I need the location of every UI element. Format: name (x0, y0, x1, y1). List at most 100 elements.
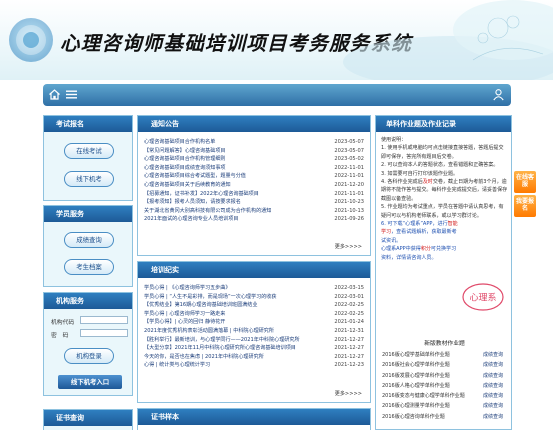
list-item-title[interactable]: 【报考须知】报考人员须知，请按要求报名 (144, 198, 326, 207)
list-item[interactable]: 学员心得 | 心理咨询师学习一路走来 2022-02-25 (144, 310, 364, 319)
training-panel: 培训纪实 学员心得 | 《心理咨询师学习五步曲》 2022-03-15 学员心得 |… (137, 261, 371, 403)
homework-row[interactable]: 2016版人格心理学单科作业题 成绩查询 (382, 381, 503, 391)
list-item-title[interactable]: 2021年度优秀机构表彰活动圆满落幕 | 中科院心理研究所 (144, 327, 326, 336)
org-services-panel: 机构服务 机构代码 密 码 机构登录 线下机考入口 (43, 292, 133, 396)
guide-p4: 4. 各科作业完成后及时交卷，截止日期为考前3个月，逾期将不能作答与提交。每科作… (381, 179, 508, 202)
list-item-title[interactable]: 【学员心得】| 心灵的回归 静待花开 (144, 318, 326, 327)
online-exam-button[interactable]: 在线考试 (64, 143, 114, 159)
homework-name[interactable]: 2016版心理学基础单科作业题 (382, 350, 450, 360)
guide-p5: 5. 作业题均为考试重点，学员在答题中请认真思考，有疑问可以与机构老师联系，或以… (381, 204, 504, 219)
offline-exam-button[interactable]: 线下机考 (64, 171, 114, 187)
list-item-title[interactable]: 学员心得 | 《心理咨询师学习五步曲》 (144, 284, 326, 293)
list-item[interactable]: 心理咨询基础项目合作机构名单 2023-05-07 (144, 138, 364, 147)
list-item-date: 2021-11-01 (334, 190, 364, 197)
student-services-title: 学员服务 (44, 206, 132, 222)
org-code-input[interactable] (80, 316, 128, 324)
notice-more-link[interactable]: 更多>>>> (335, 243, 362, 250)
list-item-title[interactable]: 关于湖北省黄冈大别高科技有限公司成为合作机构的通知 (144, 207, 326, 216)
training-title: 培训纪实 (138, 262, 370, 278)
org-code-label: 机构代码 (51, 320, 75, 326)
homework-name[interactable]: 2016版发展心理学单科作业题 (382, 371, 450, 381)
online-service-tab[interactable]: 在线客服 (514, 171, 536, 193)
guide-p2: 2. 可以查询本人的答题状态，查看错题和正确答案。 (381, 162, 499, 169)
cert-sample-title: 证书样本 (138, 409, 370, 425)
score-query-link[interactable]: 成绩查询 (483, 360, 503, 370)
list-item[interactable]: 【招募通知，证书补发】2022年心理咨询基础项目 2021-11-01 (144, 190, 364, 199)
list-item-title[interactable]: 今天的你，是否也在焦虑 | 2021年中科院心理研究所 (144, 353, 326, 362)
homework-title: 单科作业题及作业记录 (376, 116, 511, 132)
list-item[interactable]: 学员心得 | “人生不是彩排，而是现场”一次心理学习的收获 2022-03-01 (144, 293, 364, 302)
list-item-title[interactable]: 【胜利举行】最新培训，与心理学同行——2021年中科院心理研究所 (144, 336, 326, 345)
list-item[interactable]: 【优秀结业】第16期心理咨询基础培训班圆满结业 2022-02-25 (144, 301, 364, 310)
homework-panel: 单科作业题及作业记录 使用说明： 1. 使用手机或电脑均可点击链接直接答题，答题… (375, 115, 512, 430)
list-item[interactable]: 2021年面试的心理咨询专业人员培训项目 2021-09-26 (144, 215, 364, 224)
student-archive-button[interactable]: 考生档案 (64, 259, 114, 275)
password-input[interactable] (80, 329, 128, 337)
score-query-link[interactable]: 成绩查询 (483, 371, 503, 381)
guide-p6: 6. 可下载“心理系”APP，进行智能学习，查看试题解析，获取最新考试资讯。 (381, 221, 458, 244)
student-services-panel: 学员服务 成绩查询 考生档案 (43, 205, 133, 287)
list-item[interactable]: 【报考须知】报考人员须知，请按要求报名 2021-10-23 (144, 198, 364, 207)
list-item-date: 2022-11-01 (334, 164, 364, 171)
header-decoration (343, 0, 553, 80)
homework-name[interactable]: 2016版心理测量学单科作业题 (382, 401, 450, 411)
list-item-title[interactable]: 【招募通知，证书补发】2022年心理咨询基础项目 (144, 190, 326, 199)
score-query-link[interactable]: 成绩查询 (483, 391, 503, 401)
score-query-link[interactable]: 成绩查询 (483, 401, 503, 411)
homework-row[interactable]: 2016版变态与健康心理学单科作业题 成绩查询 (382, 391, 503, 401)
guide-heading: 使用说明： (381, 137, 407, 143)
homework-row[interactable]: 2016版心理测量学单科作业题 成绩查询 (382, 401, 503, 411)
score-query-link[interactable]: 成绩查询 (483, 412, 503, 422)
signup-tab[interactable]: 我要报名 (514, 195, 536, 217)
list-item[interactable]: 【胜利举行】最新培训，与心理学同行——2021年中科院心理研究所 2021-12-… (144, 336, 364, 345)
list-item[interactable]: 心理咨询基础项目合作机构管理细则 2023-05-02 (144, 155, 364, 164)
menu-icon[interactable] (65, 88, 78, 101)
homework-name[interactable]: 2016版变态与健康心理学单科作业题 (382, 391, 465, 401)
homework-name[interactable]: 2016版人格心理学单科作业题 (382, 381, 450, 391)
list-item-date: 2022-02-25 (334, 302, 364, 309)
list-item[interactable]: 学员心得 | 《心理咨询师学习五步曲》 2022-03-15 (144, 284, 364, 293)
user-icon[interactable] (492, 88, 505, 101)
homework-row[interactable]: 2016版心理学基础单科作业题 成绩查询 (382, 350, 503, 360)
list-item[interactable]: 【大型分享】2021年11月中科院心理研究所心理咨询基础培训项目 2021-12-… (144, 344, 364, 353)
list-item-title[interactable]: 心理咨询基础项目合作机构管理细则 (144, 155, 326, 164)
homework-row[interactable]: 2016版发展心理学单科作业题 成绩查询 (382, 371, 503, 381)
score-query-button[interactable]: 成绩查询 (64, 232, 114, 248)
list-item-title[interactable]: 【优秀结业】第16期心理咨询基础培训班圆满结业 (144, 301, 326, 310)
list-item[interactable]: 心理咨询基础项目关于后续教育的通知 2021-12-20 (144, 181, 364, 190)
list-item-title[interactable]: 【大型分享】2021年11月中科院心理研究所心理咨询基础培训项目 (144, 344, 326, 353)
offline-exam-entry-button[interactable]: 线下机考入口 (58, 375, 122, 389)
training-more-link[interactable]: 更多>>>> (335, 390, 362, 397)
notice-list: 心理咨询基础项目合作机构名单 2023-05-07 【常见问题解答】心理咨询基础项目… (144, 138, 364, 224)
list-item[interactable]: 今天的你，是否也在焦虑 | 2021年中科院心理研究所 2021-12-27 (144, 353, 364, 362)
list-item-title[interactable]: 学员心得 | 心理咨询师学习一路走来 (144, 310, 326, 319)
list-item-title[interactable]: 学员心得 | “人生不是彩排，而是现场”一次心理学习的收获 (144, 293, 326, 302)
list-item-title[interactable]: 2021年面试的心理咨询专业人员培训项目 (144, 215, 326, 224)
homework-name[interactable]: 2016版心理咨询单科作业题 (382, 412, 445, 422)
list-item-title[interactable]: 心理咨询基础项目成绩查询须知事项 (144, 164, 326, 173)
list-item[interactable]: 【常见问题解答】心理咨询基础项目 2023-05-07 (144, 147, 364, 156)
xinlixi-stamp: 心理系 (462, 283, 504, 311)
list-item[interactable]: 心得 | 统计类与心理统计学习 2021-12-23 (144, 361, 364, 370)
list-item-date: 2023-05-07 (334, 147, 364, 154)
list-item-title[interactable]: 心理咨询基础项目关于后续教育的通知 (144, 181, 326, 190)
list-item[interactable]: 心理咨询基础项目成绩查询须知事项 2022-11-01 (144, 164, 364, 173)
list-item-title[interactable]: 心得 | 统计类与心理统计学习 (144, 361, 326, 370)
guide-p3: 3. 如需要可自行打印该题作业题。 (381, 170, 459, 177)
homework-row[interactable]: 2016版社会心理学单科作业题 成绩查询 (382, 360, 503, 370)
list-item[interactable]: 心理咨询基础项目综合考试题型，题量与分值 2022-11-01 (144, 172, 364, 181)
homework-name[interactable]: 2016版社会心理学单科作业题 (382, 360, 450, 370)
score-query-link[interactable]: 成绩查询 (483, 350, 503, 360)
training-list: 学员心得 | 《心理咨询师学习五步曲》 2022-03-15 学员心得 | “人生不… (144, 284, 364, 370)
list-item-title[interactable]: 心理咨询基础项目合作机构名单 (144, 138, 326, 147)
homework-row[interactable]: 2016版心理咨询单科作业题 成绩查询 (382, 412, 503, 422)
list-item[interactable]: 2021年度优秀机构表彰活动圆满落幕 | 中科院心理研究所 2021-12-31 (144, 327, 364, 336)
list-item[interactable]: 关于湖北省黄冈大别高科技有限公司成为合作机构的通知 2021-10-13 (144, 207, 364, 216)
score-query-link[interactable]: 成绩查询 (483, 381, 503, 391)
list-item[interactable]: 【学员心得】| 心灵的回归 静待花开 2021-01-24 (144, 318, 364, 327)
list-item-title[interactable]: 心理咨询基础项目综合考试题型，题量与分值 (144, 172, 326, 181)
org-login-button[interactable]: 机构登录 (64, 348, 114, 364)
home-icon[interactable] (48, 88, 61, 101)
books-section-title: 新版教材作业题 (424, 341, 465, 347)
list-item-title[interactable]: 【常见问题解答】心理咨询基础项目 (144, 147, 326, 156)
